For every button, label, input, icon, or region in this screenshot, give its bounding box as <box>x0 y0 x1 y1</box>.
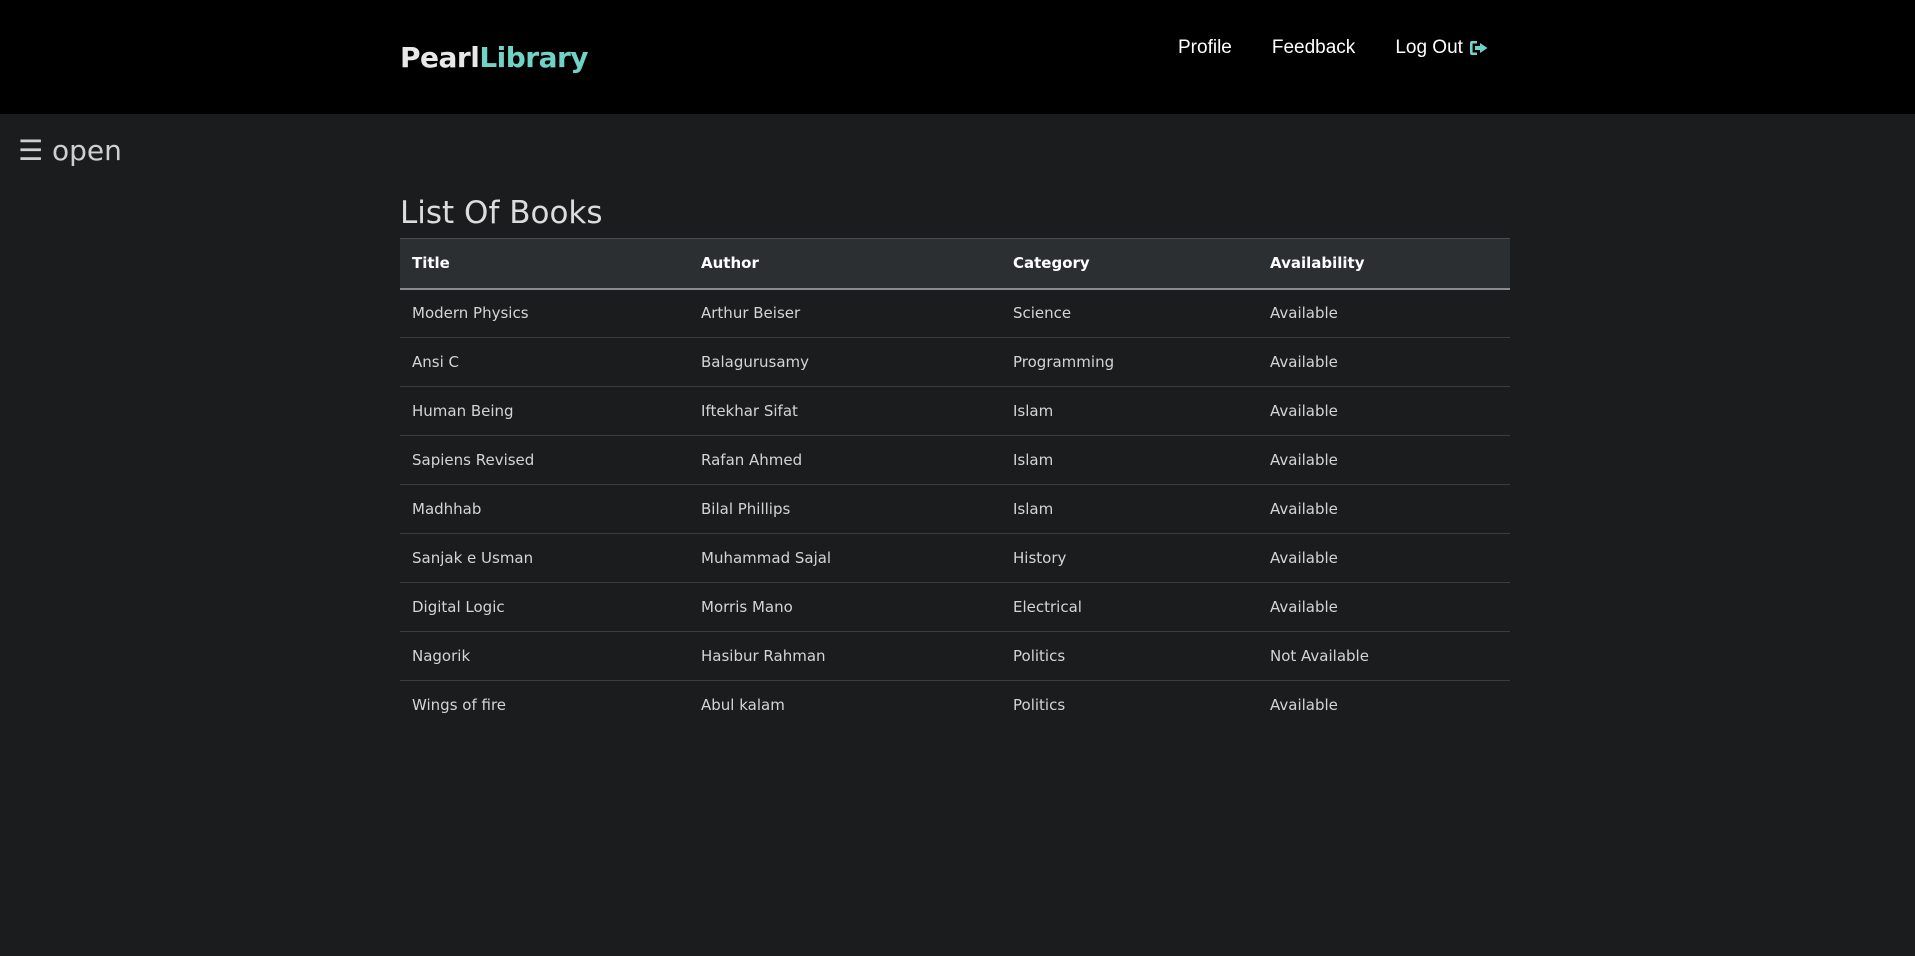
cell-category: Programming <box>1001 337 1258 387</box>
brand-name-part1: Pearl <box>400 41 480 74</box>
table-header-row: Title Author Category Availability <box>400 238 1510 290</box>
table-row: Sapiens Revised Rafan Ahmed Islam Availa… <box>400 435 1510 485</box>
logout-label: Log Out <box>1395 37 1463 58</box>
cell-category: Islam <box>1001 484 1258 534</box>
cell-category: Science <box>1001 288 1258 338</box>
cell-availability: Available <box>1258 484 1510 534</box>
cell-author: Rafan Ahmed <box>689 435 1001 485</box>
column-header-category: Category <box>1001 238 1258 290</box>
cell-title: Ansi C <box>400 337 689 387</box>
column-header-author: Author <box>689 238 1001 290</box>
cell-availability: Available <box>1270 696 1338 715</box>
cell-title: Digital Logic <box>400 582 689 632</box>
cell-availability: Available <box>1258 337 1510 387</box>
table-row: Digital Logic Morris Mano Electrical Ava… <box>400 582 1510 632</box>
table-row: Nagorik Hasibur Rahman Politics Not Avai… <box>400 631 1510 681</box>
nav-logout-link[interactable]: Log Out <box>1395 37 1489 59</box>
cell-author: Iftekhar Sifat <box>689 386 1001 436</box>
cell-category: Politics <box>1001 631 1258 681</box>
table-row: Madhhab Bilal Phillips Islam Available <box>400 484 1510 534</box>
cell-availability: Available <box>1258 288 1510 338</box>
column-header-title: Title <box>400 238 689 290</box>
cell-category: Politics <box>1013 696 1066 715</box>
brand-logo[interactable]: PearlLibrary <box>400 40 589 76</box>
cell-availability: Available <box>1258 582 1510 632</box>
table-row: Wings of fire Abul kalam Politics Availa… <box>400 681 1510 730</box>
sidebar-open-button[interactable]: ☰ open <box>18 133 122 169</box>
column-header-availability: Availability <box>1258 238 1510 290</box>
cell-category: Electrical <box>1001 582 1258 632</box>
table-row: Sanjak e Usman Muhammad Sajal History Av… <box>400 533 1510 583</box>
cell-category: Islam <box>1001 386 1258 436</box>
cell-author: Balagurusamy <box>689 337 1001 387</box>
top-navbar: PearlLibrary Profile Feedback Log Out <box>0 0 1915 114</box>
nav-profile-link[interactable]: Profile <box>1178 37 1232 59</box>
cell-author: Muhammad Sajal <box>689 533 1001 583</box>
cell-title: Nagorik <box>400 631 689 681</box>
cell-availability: Available <box>1258 435 1510 485</box>
table-row: Ansi C Balagurusamy Programming Availabl… <box>400 337 1510 387</box>
nav-links: Profile Feedback Log Out <box>1178 35 1489 61</box>
cell-title: Human Being <box>400 386 689 436</box>
cell-author: Hasibur Rahman <box>689 631 1001 681</box>
cell-author: Bilal Phillips <box>689 484 1001 534</box>
cell-title: Sapiens Revised <box>400 435 689 485</box>
cell-title: Wings of fire <box>412 696 507 715</box>
cell-title: Sanjak e Usman <box>400 533 689 583</box>
nav-feedback-link[interactable]: Feedback <box>1272 37 1355 59</box>
cell-title: Madhhab <box>400 484 689 534</box>
cell-author: Morris Mano <box>689 582 1001 632</box>
table-row: Modern Physics Arthur Beiser Science Ava… <box>400 288 1510 338</box>
cell-availability: Not Available <box>1258 631 1510 681</box>
brand-name-part2: Library <box>479 41 589 74</box>
sign-out-icon <box>1469 41 1488 55</box>
page-title: List Of Books <box>400 195 603 231</box>
cell-category: History <box>1001 533 1258 583</box>
cell-availability: Available <box>1258 386 1510 436</box>
cell-availability: Available <box>1258 533 1510 583</box>
cell-title: Modern Physics <box>400 288 689 338</box>
cell-author: Arthur Beiser <box>689 288 1001 338</box>
books-table: Title Author Category Availability Moder… <box>400 238 1510 730</box>
table-row: Human Being Iftekhar Sifat Islam Availab… <box>400 386 1510 436</box>
cell-author: Abul kalam <box>701 696 785 715</box>
cell-category: Islam <box>1001 435 1258 485</box>
